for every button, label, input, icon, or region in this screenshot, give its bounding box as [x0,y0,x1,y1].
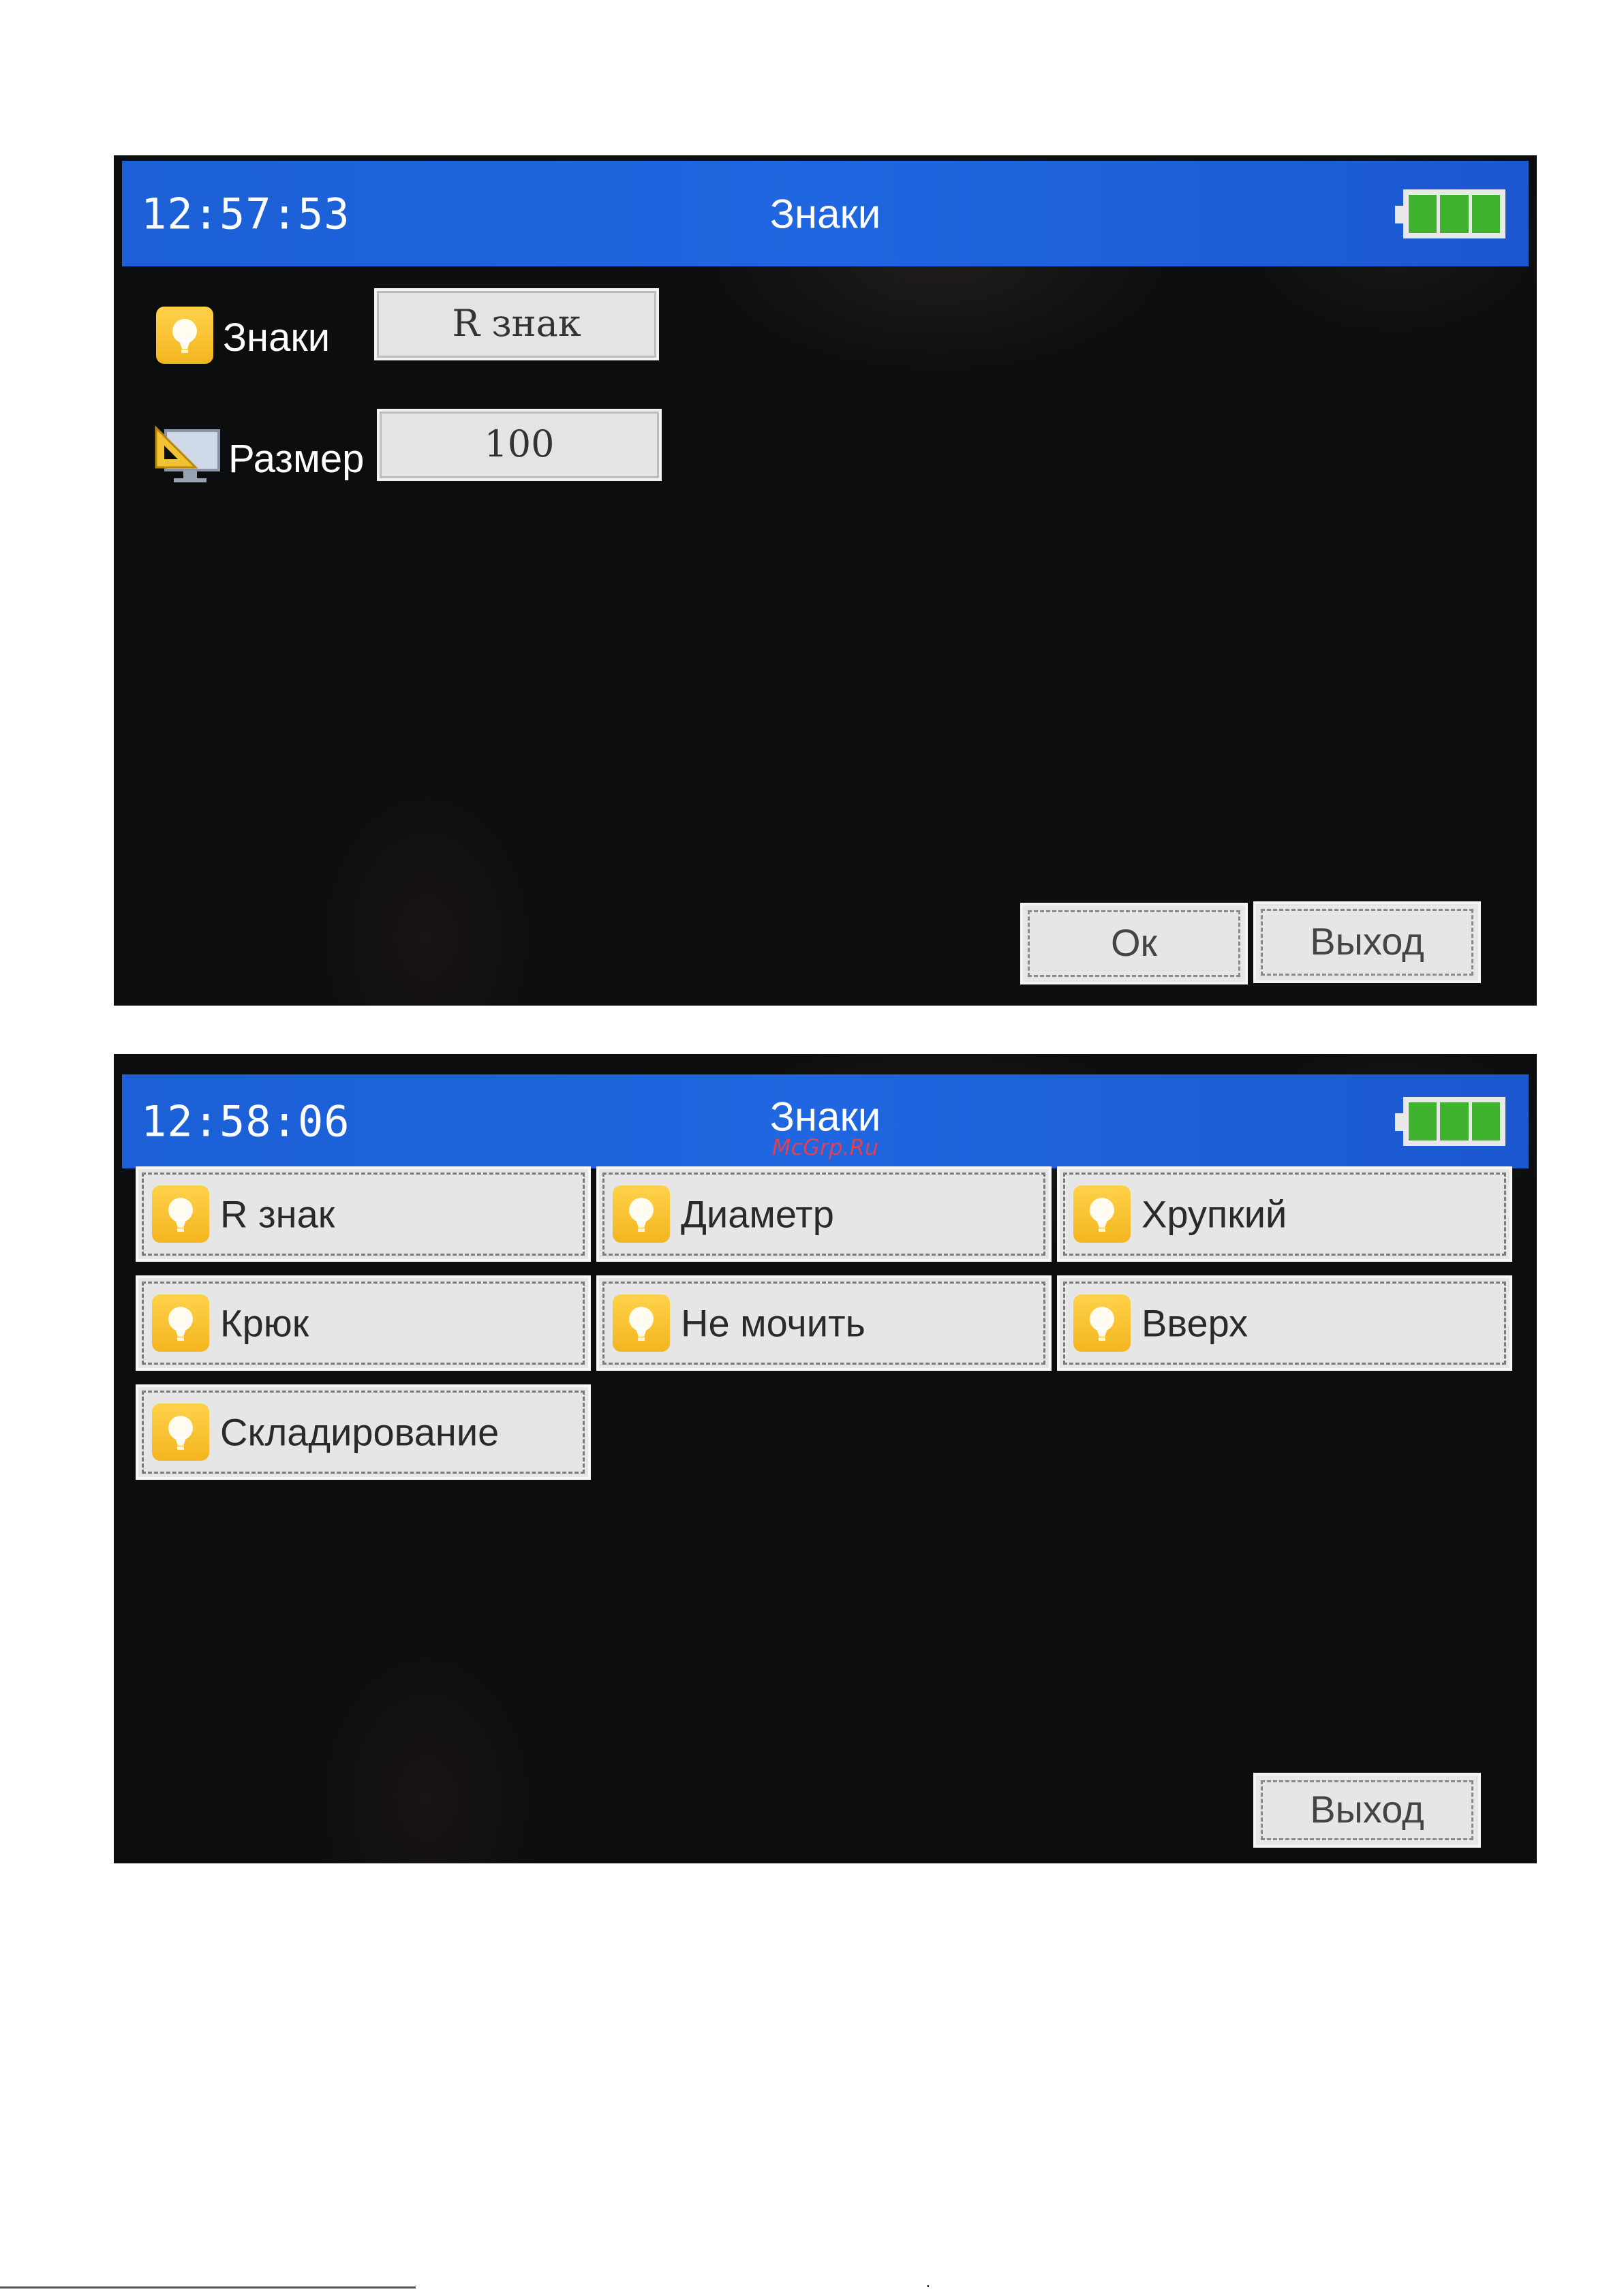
option-hook[interactable]: Крюк [136,1275,591,1371]
exit-button[interactable]: Выход [1253,1773,1481,1848]
option-label: Не мочить [681,1301,865,1345]
option-fragile[interactable]: Хрупкий [1057,1166,1512,1262]
bulb-icon [152,1403,209,1461]
battery-cell [1471,194,1500,233]
option-keep-dry[interactable]: Не мочить [596,1275,1052,1371]
option-label: Диаметр [681,1192,834,1236]
bulb-icon [156,307,213,364]
page-footer-marks: · [925,2277,931,2296]
bulb-icon [613,1294,670,1352]
bulb-icon [152,1185,209,1243]
size-input[interactable]: 100 [377,409,662,481]
bulb-icon [1073,1294,1131,1352]
option-label: R знак [220,1192,335,1236]
option-this-side-up[interactable]: Вверх [1057,1275,1512,1371]
exit-button[interactable]: Выход [1253,901,1481,983]
screen-sign-settings: 12:57:53 Знаки Знаки R знак Размер 100 О… [114,155,1537,1006]
option-label: Складирование [220,1410,500,1454]
status-bar: 12:57:53 Знаки [122,161,1529,266]
page-title: Знаки [769,1093,881,1140]
sign-select-field[interactable]: R знак [374,288,659,360]
option-label: Вверх [1142,1301,1248,1345]
signs-label: Знаки [223,315,331,360]
option-label: Хрупкий [1142,1192,1287,1236]
page-footer-rule [0,2286,416,2289]
page-title: Знаки [769,191,881,236]
bulb-icon [1073,1185,1131,1243]
option-storage[interactable]: Складирование [136,1384,591,1480]
battery-cell [1440,194,1469,233]
bulb-icon [152,1294,209,1352]
option-r-sign[interactable]: R знак [136,1166,591,1262]
size-label: Размер [228,437,365,481]
battery-icon [1395,189,1505,238]
battery-cell [1409,194,1437,233]
option-label: Крюк [220,1301,309,1345]
ok-button[interactable]: Ок [1020,903,1248,984]
ruler-monitor-icon [153,425,221,491]
bulb-icon [613,1185,670,1243]
option-diameter[interactable]: Диаметр [596,1166,1052,1262]
screen-glare [114,155,1537,1006]
screen-sign-list: 12:58:06 Знаки McGrp.Ru R знак Диаметр Х… [114,1054,1537,1863]
watermark: McGrp.Ru [771,1134,879,1160]
